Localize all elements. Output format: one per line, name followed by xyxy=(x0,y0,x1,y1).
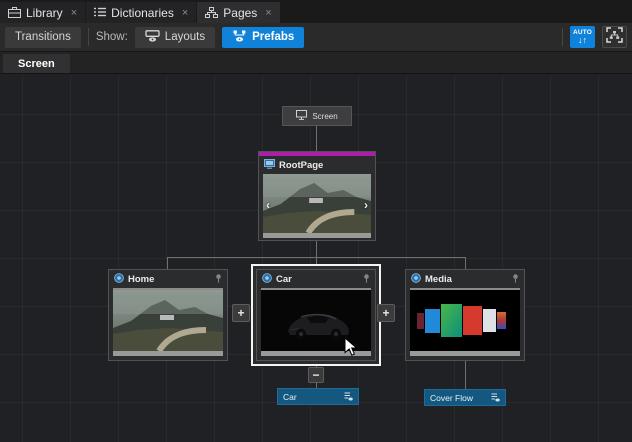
screen-node-label: Screen xyxy=(312,112,337,121)
pages-editor-window: Library × Dictionaries × Pages × Transit… xyxy=(0,0,632,442)
breadcrumb-bar: Screen xyxy=(0,52,632,74)
thumbnail-footer-bar xyxy=(263,233,371,238)
library-icon xyxy=(8,7,21,18)
home-thumbnail xyxy=(113,288,223,356)
thumbnail-footer-bar xyxy=(261,351,371,356)
fit-view-icon xyxy=(606,27,623,48)
thumbnail-footer-bar xyxy=(410,351,520,356)
chevron-right-icon[interactable]: › xyxy=(364,198,368,212)
cover-flow-image xyxy=(410,290,520,351)
minus-icon: − xyxy=(312,369,319,381)
prefab-tag-car[interactable]: Car xyxy=(277,388,359,405)
screen-node[interactable]: Screen xyxy=(282,106,352,126)
rootpage-node[interactable]: RootPage ‹ › xyxy=(258,151,376,241)
tab-label: Library xyxy=(26,6,63,20)
graph-canvas[interactable]: Screen RootPage xyxy=(0,75,632,442)
selection-outline: Car xyxy=(251,264,381,366)
breadcrumb-screen[interactable]: Screen xyxy=(3,54,70,73)
connector-line xyxy=(465,257,466,269)
node-label: Car xyxy=(276,274,359,285)
transitions-button[interactable]: Transitions xyxy=(5,27,81,48)
transitions-label: Transitions xyxy=(15,31,71,43)
prefab-tag-label: Car xyxy=(283,392,340,402)
tab-bar: Library × Dictionaries × Pages × xyxy=(0,0,632,23)
prefabs-toggle-button[interactable]: Prefabs xyxy=(222,27,304,48)
auto-arrange-button[interactable]: AUTO ↓↑ xyxy=(570,26,595,48)
prefab-tag-label: Cover Flow xyxy=(430,393,487,403)
breadcrumb-label: Screen xyxy=(18,58,55,70)
mountain-road-image xyxy=(113,290,223,351)
prefabs-icon xyxy=(232,30,247,45)
layouts-label: Layouts xyxy=(165,31,205,43)
pin-icon[interactable] xyxy=(215,270,222,288)
tab-label: Dictionaries xyxy=(111,6,174,20)
close-icon[interactable]: × xyxy=(182,7,188,19)
close-icon[interactable]: × xyxy=(265,7,271,19)
pages-icon xyxy=(205,7,218,18)
connector-line xyxy=(465,361,466,390)
fit-graph-button[interactable] xyxy=(602,26,627,48)
page-node-home[interactable]: Home xyxy=(108,269,228,361)
tab-library[interactable]: Library × xyxy=(0,2,85,23)
tab-dictionaries[interactable]: Dictionaries × xyxy=(86,2,196,23)
page-icon xyxy=(264,156,275,174)
prefab-page-icon xyxy=(411,270,421,288)
page-node-media[interactable]: Media xyxy=(405,269,525,361)
rootpage-thumbnail: ‹ › xyxy=(263,174,371,238)
pin-icon[interactable] xyxy=(512,270,519,288)
car-thumbnail xyxy=(261,288,371,356)
show-label: Show: xyxy=(96,31,128,43)
tab-label: Pages xyxy=(223,6,257,20)
prefab-tag-cover-flow[interactable]: Cover Flow xyxy=(424,389,506,406)
connector-line xyxy=(167,257,168,269)
plus-icon: + xyxy=(382,307,389,319)
layouts-toggle-button[interactable]: Layouts xyxy=(135,27,215,48)
node-label: Media xyxy=(425,274,508,285)
connector-line xyxy=(316,241,317,258)
close-icon[interactable]: × xyxy=(71,7,77,19)
toolbar-separator xyxy=(88,28,89,46)
media-thumbnail xyxy=(410,288,520,356)
chevron-left-icon[interactable]: ‹ xyxy=(266,198,270,212)
thumbnail-footer-bar xyxy=(113,351,223,356)
auto-arrows-icon: ↓↑ xyxy=(578,36,587,45)
layout-list-icon xyxy=(491,389,500,407)
layouts-icon xyxy=(145,30,160,45)
plus-icon: + xyxy=(237,307,244,319)
black-sports-car-image xyxy=(261,290,371,351)
add-page-button-right[interactable]: + xyxy=(377,304,395,322)
add-page-button-left[interactable]: + xyxy=(232,304,250,322)
prefabs-label: Prefabs xyxy=(252,31,294,43)
monitor-icon xyxy=(296,110,307,122)
tab-pages[interactable]: Pages × xyxy=(197,2,279,23)
toolbar-separator xyxy=(562,28,563,46)
prefab-page-icon xyxy=(114,270,124,288)
layout-list-icon xyxy=(344,388,353,406)
toolbar: Transitions Show: Layouts Prefabs AUTO ↓… xyxy=(0,23,632,52)
pin-icon[interactable] xyxy=(363,270,370,288)
node-label: Home xyxy=(128,274,211,285)
prefab-page-icon xyxy=(262,270,272,288)
connector-line xyxy=(316,126,317,151)
page-node-car[interactable]: Car xyxy=(256,269,376,361)
mountain-road-image xyxy=(263,174,371,233)
dictionaries-icon xyxy=(94,7,106,18)
node-label: RootPage xyxy=(279,160,370,171)
remove-prefab-button[interactable]: − xyxy=(308,367,324,383)
